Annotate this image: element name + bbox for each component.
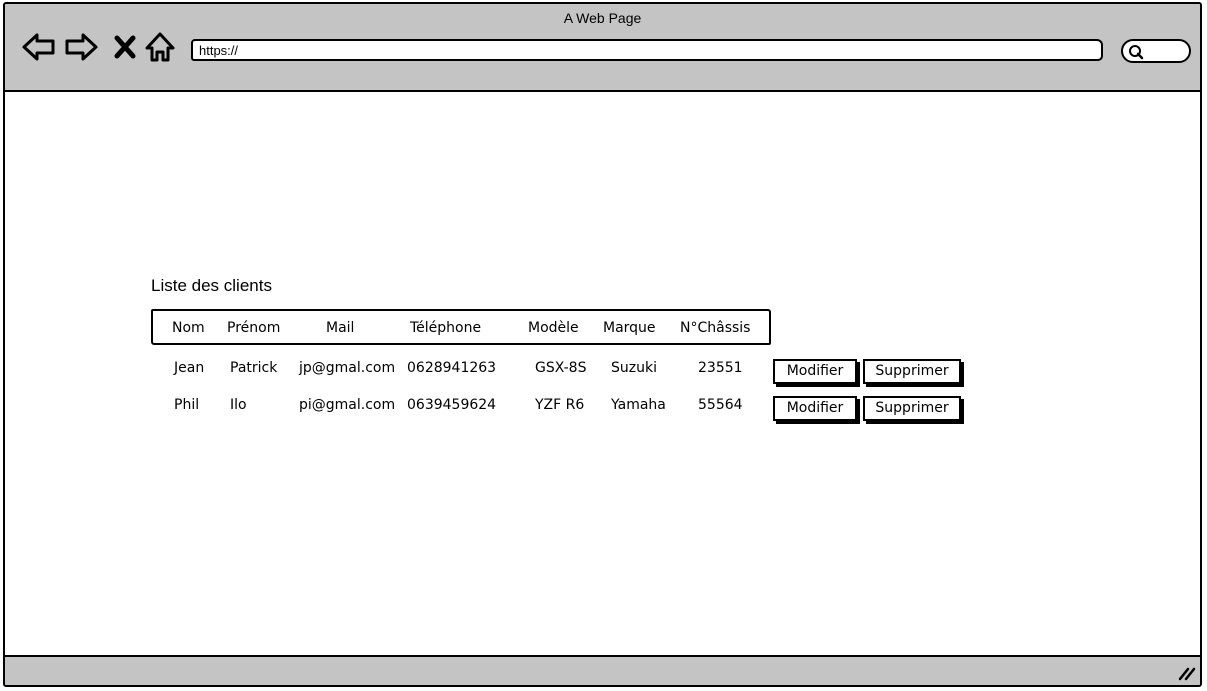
cell-modele: GSX-8S (535, 360, 587, 376)
page-title: Liste des clients (151, 276, 272, 295)
column-header-chassis: N°Châssis (680, 320, 751, 336)
status-bar (5, 655, 1200, 685)
cell-nom: Phil (174, 397, 200, 413)
cell-prenom: Ilo (230, 397, 247, 413)
column-header-modele: Modèle (528, 320, 579, 336)
window-title: A Web Page (563, 10, 642, 26)
search-box[interactable] (1121, 39, 1191, 63)
address-bar-url: https:// (199, 43, 239, 58)
cell-chassis: 23551 (698, 360, 743, 376)
cell-telephone: 0628941263 (407, 360, 497, 376)
browser-toolbar: A Web Page https:// (5, 4, 1200, 92)
supprimer-button[interactable]: Supprimer (863, 359, 961, 384)
resize-grip-icon[interactable] (1178, 665, 1196, 681)
cell-mail: jp@gmal.com (299, 360, 396, 376)
home-icon[interactable] (143, 30, 177, 64)
cell-marque: Suzuki (611, 360, 657, 376)
column-header-nom: Nom (172, 320, 205, 336)
search-icon (1129, 45, 1144, 60)
browser-window: A Web Page https:// Liste des clients No… (3, 2, 1202, 687)
cell-chassis: 55564 (698, 397, 743, 413)
column-header-mail: Mail (326, 320, 355, 336)
supprimer-button[interactable]: Supprimer (863, 396, 961, 421)
cell-telephone: 0639459624 (407, 397, 497, 413)
back-arrow-icon[interactable] (21, 30, 57, 64)
cell-nom: Jean (174, 360, 205, 376)
column-header-marque: Marque (603, 320, 656, 336)
cell-marque: Yamaha (611, 397, 666, 413)
column-header-prenom: Prénom (227, 320, 281, 336)
forward-arrow-icon[interactable] (63, 30, 99, 64)
cell-modele: YZF R6 (535, 397, 585, 413)
cell-mail: pi@gmal.com (299, 397, 396, 413)
close-icon[interactable] (113, 30, 137, 64)
column-header-telephone: Téléphone (410, 320, 482, 336)
cell-prenom: Patrick (230, 360, 278, 376)
modifier-button[interactable]: Modifier (773, 396, 857, 421)
address-bar[interactable]: https:// (191, 39, 1103, 61)
modifier-button[interactable]: Modifier (773, 359, 857, 384)
